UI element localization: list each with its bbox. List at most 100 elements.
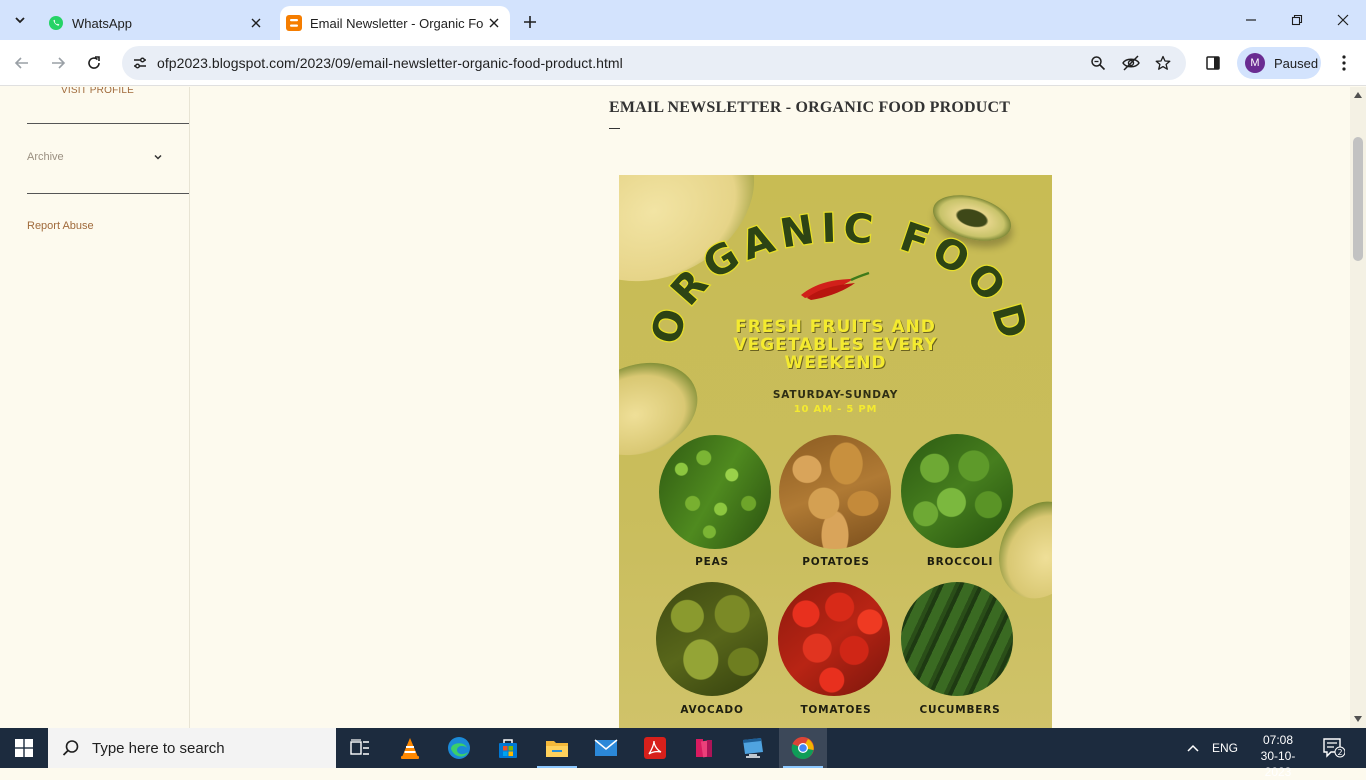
windows-logo-icon bbox=[15, 739, 33, 757]
newsletter-flyer-image: ORGANIC FOOD FRESH FRUITS AND VEGETABLES… bbox=[619, 175, 1052, 728]
eye-off-icon bbox=[1122, 55, 1140, 71]
avatar: M bbox=[1245, 53, 1265, 73]
reload-button[interactable] bbox=[82, 51, 106, 75]
desktop-app[interactable] bbox=[729, 728, 777, 768]
tomatoes-image bbox=[778, 582, 890, 696]
chevron-up-icon bbox=[1187, 744, 1199, 752]
side-panel-button[interactable] bbox=[1201, 51, 1225, 75]
vlc-app[interactable] bbox=[386, 728, 434, 768]
close-window-button[interactable] bbox=[1320, 6, 1366, 34]
tab-title: WhatsApp bbox=[72, 15, 132, 31]
profile-button[interactable]: M Paused bbox=[1237, 47, 1321, 79]
windows-taskbar: Type here to search ENG 07:08 30-10-2023 bbox=[0, 728, 1366, 779]
forward-button[interactable] bbox=[46, 51, 70, 75]
potatoes-image bbox=[779, 435, 891, 549]
blogger-icon bbox=[286, 15, 302, 31]
start-button[interactable] bbox=[0, 728, 48, 768]
produce-label-cucumbers: CUCUMBERS bbox=[919, 704, 1001, 716]
profile-status: Paused bbox=[1274, 55, 1319, 71]
zoom-button[interactable] bbox=[1086, 51, 1110, 75]
restore-button[interactable] bbox=[1274, 6, 1320, 34]
tracking-protection-button[interactable] bbox=[1119, 51, 1143, 75]
kebab-menu-icon bbox=[1342, 55, 1346, 71]
clock-date: 30-10-2023 bbox=[1260, 749, 1296, 779]
cucumbers-image bbox=[901, 582, 1013, 696]
tab-close-button[interactable] bbox=[484, 13, 504, 33]
divider bbox=[27, 123, 189, 124]
file-explorer-app[interactable] bbox=[533, 728, 581, 768]
acrobat-icon bbox=[644, 737, 666, 759]
microsoft-store-app[interactable] bbox=[484, 728, 532, 768]
reload-icon bbox=[88, 56, 100, 69]
archive-label: Archive bbox=[27, 151, 64, 163]
produce-label-avocado: AVOCADO bbox=[680, 704, 744, 716]
forward-arrow-icon bbox=[52, 57, 66, 69]
triangle-up-icon bbox=[1354, 92, 1362, 98]
bookmark-button[interactable] bbox=[1151, 51, 1175, 75]
plus-icon bbox=[524, 16, 536, 28]
back-button[interactable] bbox=[10, 51, 34, 75]
mail-icon bbox=[594, 739, 618, 756]
browser-toolbar: ofp2023.blogspot.com/2023/09/email-newsl… bbox=[0, 40, 1366, 86]
peas-image bbox=[659, 435, 771, 549]
browser-tab-strip: WhatsApp Email Newsletter - Organic Foo bbox=[0, 0, 1366, 40]
show-hidden-icons-button[interactable] bbox=[1186, 728, 1200, 768]
back-arrow-icon bbox=[14, 57, 28, 69]
tab-close-button[interactable] bbox=[246, 13, 266, 33]
broccoli-image bbox=[901, 434, 1013, 548]
notification-icon: 2 bbox=[1323, 738, 1345, 758]
edge-icon bbox=[448, 737, 470, 759]
chevron-down-icon bbox=[154, 154, 162, 160]
blog-sidebar: VISIT PROFILE Archive Report Abuse bbox=[0, 87, 190, 728]
close-icon bbox=[489, 18, 499, 28]
close-icon bbox=[1337, 14, 1349, 26]
scroll-down-arrow[interactable] bbox=[1354, 715, 1362, 723]
task-view-icon bbox=[350, 739, 369, 755]
chrome-icon bbox=[791, 736, 814, 760]
browser-menu-button[interactable] bbox=[1332, 51, 1356, 75]
produce-label-peas: PEAS bbox=[695, 556, 729, 568]
new-tab-button[interactable] bbox=[518, 10, 542, 34]
scroll-up-arrow[interactable] bbox=[1354, 91, 1362, 99]
monitor-icon bbox=[743, 738, 763, 758]
language-indicator[interactable]: ENG bbox=[1212, 728, 1238, 768]
tab-email-newsletter[interactable]: Email Newsletter - Organic Foo bbox=[280, 6, 510, 40]
star-icon bbox=[1155, 55, 1171, 70]
url-text[interactable]: ofp2023.blogspot.com/2023/09/email-newsl… bbox=[157, 55, 623, 71]
title-divider bbox=[609, 128, 620, 129]
chrome-app[interactable] bbox=[779, 728, 827, 768]
folder-icon bbox=[546, 741, 568, 757]
system-clock[interactable]: 07:08 30-10-2023 bbox=[1248, 732, 1308, 780]
books-app[interactable] bbox=[680, 728, 728, 768]
taskbar-search-box[interactable]: Type here to search bbox=[48, 728, 336, 768]
triangle-down-icon bbox=[1354, 716, 1362, 722]
flyer-days: SATURDAY-SUNDAY bbox=[772, 389, 899, 401]
report-abuse-link[interactable]: Report Abuse bbox=[27, 220, 94, 232]
notification-center-button[interactable]: 2 bbox=[1322, 736, 1346, 760]
visit-profile-link[interactable]: VISIT PROFILE bbox=[61, 87, 134, 96]
clock-time: 07:08 bbox=[1262, 733, 1294, 747]
archive-dropdown[interactable]: Archive bbox=[27, 151, 163, 163]
produce-label-broccoli: BROCCOLI bbox=[926, 556, 994, 568]
address-bar[interactable]: ofp2023.blogspot.com/2023/09/email-newsl… bbox=[122, 46, 1186, 80]
task-view-button[interactable] bbox=[336, 728, 384, 768]
chili-icon bbox=[801, 271, 870, 300]
flyer-tagline: FRESH FRUITS AND VEGETABLES EVERY WEEKEN… bbox=[733, 317, 938, 373]
tab-whatsapp[interactable]: WhatsApp bbox=[40, 6, 272, 40]
minimize-icon bbox=[1246, 19, 1256, 21]
side-panel-icon bbox=[1206, 56, 1220, 70]
search-placeholder: Type here to search bbox=[92, 739, 225, 757]
zoom-icon bbox=[1091, 56, 1106, 71]
vlc-cone-icon bbox=[401, 738, 419, 759]
acrobat-app[interactable] bbox=[631, 728, 679, 768]
books-icon bbox=[696, 739, 712, 758]
page-scrollbar[interactable] bbox=[1350, 87, 1366, 728]
scroll-thumb[interactable] bbox=[1353, 137, 1363, 261]
edge-app[interactable] bbox=[435, 728, 483, 768]
minimize-button[interactable] bbox=[1228, 6, 1274, 34]
produce-label-potatoes: POTATOES bbox=[802, 556, 870, 568]
site-info-button[interactable] bbox=[128, 51, 152, 75]
mail-app[interactable] bbox=[582, 728, 630, 768]
tab-search-button[interactable] bbox=[8, 8, 32, 32]
web-page: VISIT PROFILE Archive Report Abuse EMAIL… bbox=[0, 87, 1350, 728]
